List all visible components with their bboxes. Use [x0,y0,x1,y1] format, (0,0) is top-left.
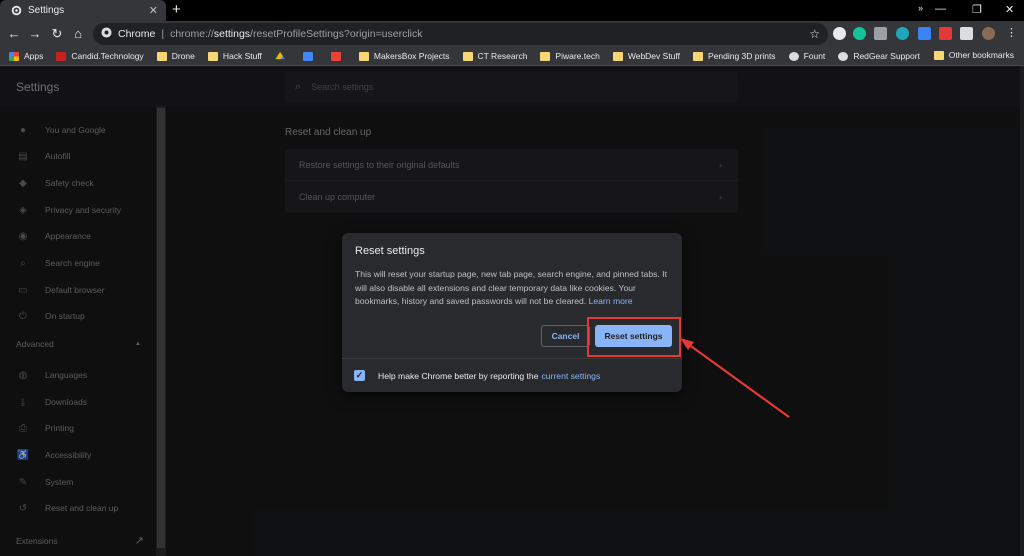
browser-window: Settings ✕ + — ❐ ✕ ← → ↻ ⌂ Chrome | chro… [0,0,1024,556]
annotation-arrow [680,338,790,418]
